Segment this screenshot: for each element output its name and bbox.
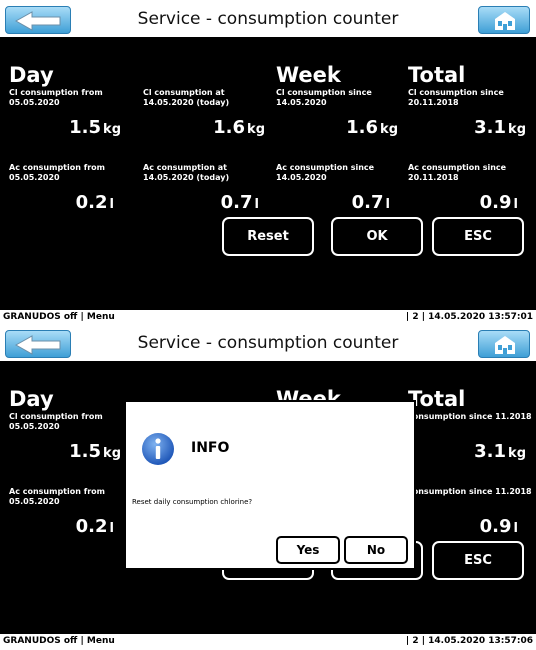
consumption-screen: Service - consumption counter Day Week T… — [0, 3, 536, 326]
column-week: Week — [276, 63, 341, 87]
ac-total-label: Ac consumption since 20.11.2018 — [408, 163, 507, 182]
column-day: Day — [9, 63, 54, 87]
ac-today-label: Ac consumption at 14.05.2020 (today) — [143, 163, 230, 182]
esc-button[interactable]: ESC — [432, 217, 524, 256]
ac-total-label: consumption since 11.2018 — [408, 487, 532, 496]
status-left[interactable]: GRANUDOS off | Menu — [3, 636, 115, 646]
cl-today-value: 1.6 kg — [213, 117, 265, 138]
status-left[interactable]: GRANUDOS off | Menu — [3, 312, 115, 322]
cl-total-value: 3.1 kg — [474, 117, 526, 138]
status-datetime: | 2 | 14.05.2020 13:57:01 — [405, 312, 533, 322]
cl-total-label: consumption since 11.2018 — [408, 412, 532, 421]
ac-day-value: 0.2 l — [75, 516, 114, 537]
column-total: Total — [408, 387, 466, 411]
cl-total-label: Cl consumption since 20.11.2018 — [408, 88, 504, 107]
title-bar: Service - consumption counter — [0, 3, 536, 37]
dialog-message: Reset daily consumption chlorine? — [132, 498, 253, 506]
ac-day-value: 0.2 l — [75, 192, 114, 213]
no-button[interactable]: No — [344, 536, 408, 564]
home-icon — [495, 336, 515, 354]
cl-total-value: 3.1 kg — [474, 441, 526, 462]
ac-day-label: Ac consumption from 05.05.2020 — [9, 163, 105, 182]
home-button[interactable] — [478, 330, 530, 358]
consumption-screen-with-dialog: Service - consumption counter Day Week T… — [0, 327, 536, 650]
page-title: Service - consumption counter — [137, 9, 399, 29]
cl-day-value: 1.5 kg — [69, 117, 121, 138]
ac-day-label: Ac consumption from 05.05.2020 — [9, 487, 105, 506]
home-button[interactable] — [478, 6, 530, 34]
info-dialog: INFO Reset daily consumption chlorine? Y… — [124, 400, 416, 570]
status-datetime: | 2 | 14.05.2020 13:57:06 — [405, 636, 533, 646]
home-icon — [495, 12, 515, 30]
ac-week-label: Ac consumption since 14.05.2020 — [276, 163, 375, 182]
status-bar: GRANUDOS off | Menu | 2 | 14.05.2020 13:… — [0, 634, 536, 650]
ac-total-value: 0.9 l — [479, 516, 518, 537]
cl-day-label: Cl consumption from 05.05.2020 — [9, 412, 103, 431]
cl-week-label: Cl consumption since 14.05.2020 — [276, 88, 372, 107]
info-icon — [142, 433, 174, 465]
title-bar: Service - consumption counter — [0, 327, 536, 361]
column-total: Total — [408, 63, 466, 87]
cl-day-label: Cl consumption from 05.05.2020 — [9, 88, 103, 107]
cl-week-value: 1.6 kg — [346, 117, 398, 138]
column-day: Day — [9, 387, 54, 411]
cl-day-value: 1.5 kg — [69, 441, 121, 462]
esc-button[interactable]: ESC — [432, 541, 524, 580]
yes-button[interactable]: Yes — [276, 536, 340, 564]
ac-week-value: 0.7 l — [351, 192, 390, 213]
reset-button[interactable]: Reset — [222, 217, 314, 256]
ac-today-value: 0.7 l — [220, 192, 259, 213]
dialog-title: INFO — [191, 440, 230, 456]
cl-today-label: Cl consumption at 14.05.2020 (today) — [143, 88, 230, 107]
ac-total-value: 0.9 l — [479, 192, 518, 213]
ok-button[interactable]: OK — [331, 217, 423, 256]
page-title: Service - consumption counter — [137, 333, 399, 353]
status-bar: GRANUDOS off | Menu | 2 | 14.05.2020 13:… — [0, 310, 536, 326]
